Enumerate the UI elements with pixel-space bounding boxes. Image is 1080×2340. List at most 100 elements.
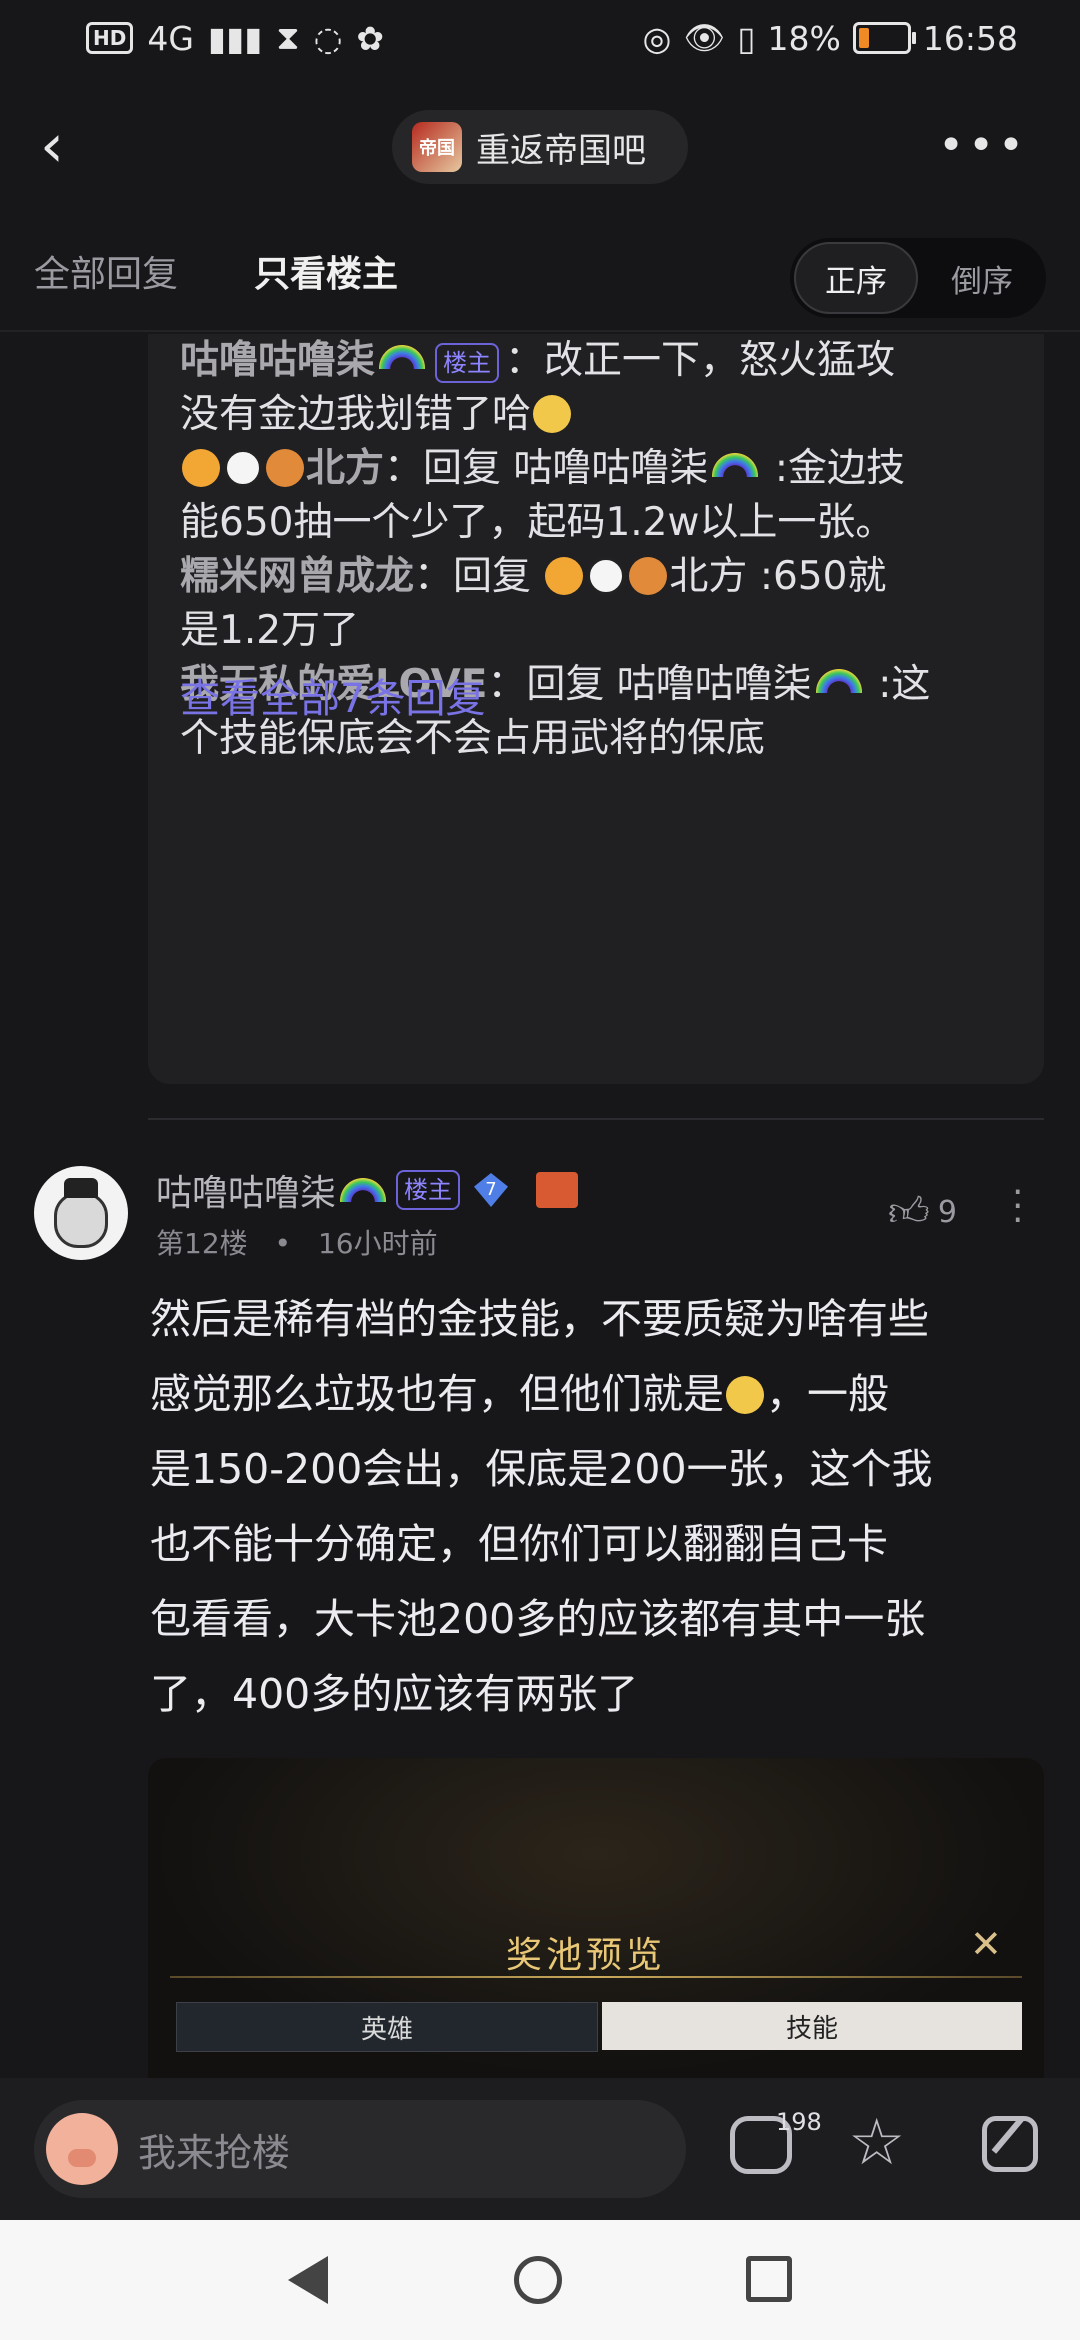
hourglass-icon: ⧗ — [276, 18, 300, 57]
post-author-row: 咕噜咕噜柒 楼主 7 — [156, 1164, 579, 1216]
sick-emoji-icon — [726, 1376, 764, 1414]
rainbow-icon — [340, 1178, 387, 1202]
sort-desc-button[interactable]: 倒序 — [926, 242, 1038, 314]
post-line: 感觉那么垃圾也有，但他们就是 ，一般 — [150, 1357, 1050, 1432]
share-icon[interactable] — [982, 2116, 1038, 2172]
post-line: 也不能十分确定，但你们可以翻翻自己卡 — [150, 1520, 888, 1568]
reply-text: ：回复 咕噜咕噜柒 — [487, 662, 812, 707]
forum-name: 重返帝国吧 — [476, 130, 646, 171]
post-line: 包看看，大卡池200多的应该都有其中一张 — [150, 1595, 926, 1643]
image-divider — [170, 1976, 1022, 1978]
hd-icon: HD — [86, 22, 134, 54]
sub-reply-cont: 没有金边我划错了哈 — [180, 386, 573, 444]
reply-author[interactable]: 北方 — [306, 446, 384, 491]
reply-placeholder: 我来抢楼 — [138, 2130, 291, 2175]
sub-reply-cont: 是1.2万了 — [180, 602, 359, 660]
op-tag: 楼主 — [396, 1170, 461, 1210]
sort-toggle: 正序 倒序 — [790, 238, 1046, 318]
post-time: 16小时前 — [317, 1227, 438, 1260]
image-tab-hero: 英雄 — [176, 2002, 598, 2052]
clock: 16:58 — [922, 18, 1018, 58]
nfc-icon: ◎ — [642, 18, 672, 58]
like-count: 9 — [937, 1194, 957, 1230]
status-left: HD 4G ▮▮▮ ⧗ ◌ ✿ — [86, 18, 384, 58]
network-icon: 4G — [147, 18, 194, 58]
reply-text: :金边技 — [762, 446, 905, 491]
post-more-icon[interactable]: · · · — [1012, 1175, 1023, 1239]
floor-number: 第12楼 — [156, 1227, 248, 1260]
vibrate-icon: ▯ — [737, 18, 756, 58]
panda-emoji-icon — [224, 449, 262, 487]
reply-input[interactable]: 我来抢楼 — [34, 2100, 686, 2198]
sub-reply[interactable]: 糯米网曾成龙：回复 北方 :650就 — [180, 548, 886, 606]
sub-reply-cont: 能650抽一个少了，起码1.2w以上一张。 — [180, 494, 894, 552]
avatar[interactable] — [34, 1166, 128, 1260]
system-nav-bar — [0, 2220, 1080, 2340]
post-text: ，一般 — [766, 1370, 889, 1418]
level-gem-icon: 7 — [474, 1173, 509, 1207]
forum-title-button[interactable]: 帝国 重返帝国吧 — [392, 110, 688, 184]
image-close-icon: ✕ — [970, 1922, 1002, 1966]
tiger-emoji-icon — [545, 557, 584, 595]
badge-icon — [536, 1172, 579, 1208]
signal-icon: ▮▮▮ — [207, 18, 263, 58]
nav-back-icon[interactable] — [288, 2256, 328, 2304]
reply-text: ：改正一下，怒火猛攻 — [505, 338, 896, 383]
user-avatar — [46, 2113, 118, 2185]
post-text: 感觉那么垃圾也有，但他们就是 — [150, 1370, 724, 1418]
back-icon[interactable]: ‹ — [40, 116, 90, 178]
reply-author[interactable]: 糯米网曾成龙 — [180, 554, 414, 599]
divider — [148, 1118, 1044, 1120]
nav-home-icon[interactable] — [514, 2256, 562, 2304]
star-icon[interactable]: ☆ — [848, 2106, 905, 2180]
reply-text: 是1.2万了 — [180, 608, 360, 653]
tiger-emoji-icon — [182, 449, 220, 487]
sick-emoji-icon — [533, 395, 572, 433]
post-line: 然后是稀有档的金技能，不要质疑为啥有些 — [150, 1295, 929, 1343]
rainbow-icon — [712, 453, 759, 477]
reply-text: ：回复 咕噜咕噜柒 — [384, 446, 709, 491]
dog-emoji-icon — [629, 557, 668, 595]
eye-icon: 👁 — [683, 18, 726, 57]
sub-reply[interactable]: 北方：回复 咕噜咕噜柒 :金边技 — [180, 440, 905, 498]
status-bar: HD 4G ▮▮▮ ⧗ ◌ ✿ ◎ 👁 ▯ 18% 16:58 — [0, 0, 1080, 84]
op-tag: 楼主 — [435, 342, 500, 383]
rainbow-icon — [815, 669, 862, 693]
image-pool-title: 奖池预览 — [506, 1935, 667, 1976]
reply-text: ：回复 — [414, 554, 544, 599]
comment-count: 198 — [776, 2108, 822, 2136]
like-button[interactable]: 👍︎ 9 — [888, 1188, 957, 1236]
post-line: 了，400多的应该有两张了 — [150, 1670, 639, 1718]
post-meta: 第12楼 • 16小时前 — [156, 1222, 438, 1262]
post-image[interactable]: 奖池预览 ✕ 英雄 技能 — [148, 1758, 1044, 2078]
reply-text: :这 — [865, 662, 931, 707]
panda-emoji-icon — [587, 557, 626, 595]
sync-icon: ◌ — [313, 18, 343, 58]
post-body: 然后是稀有档的金技能，不要质疑为啥有些 感觉那么垃圾也有，但他们就是 ，一般 是1… — [150, 1282, 1050, 1732]
tab-all-replies[interactable]: 全部回复 — [34, 245, 178, 297]
battery-percent: 18% — [767, 18, 841, 58]
bottom-bar: 我来抢楼 198 ☆ — [0, 2078, 1080, 2220]
thumbs-up-icon: 👍︎ — [888, 1189, 930, 1235]
status-right: ◎ 👁 ▯ 18% 16:58 — [643, 18, 1018, 58]
forum-logo: 帝国 — [412, 122, 462, 172]
more-icon[interactable]: ••• — [938, 120, 1028, 171]
wechat-icon: ✿ — [356, 18, 385, 58]
rainbow-icon — [379, 345, 426, 369]
meta-dot: • — [274, 1227, 292, 1260]
image-tab-skill: 技能 — [602, 2002, 1022, 2050]
battery-icon — [852, 22, 916, 54]
dog-emoji-icon — [266, 449, 304, 487]
reply-author[interactable]: 咕噜咕噜柒 — [180, 338, 375, 383]
tab-op-only[interactable]: 只看楼主 — [254, 245, 398, 297]
sub-replies-box: 咕噜咕噜柒 楼主 ：改正一下，怒火猛攻 没有金边我划错了哈 北方：回复 咕噜咕噜柒 … — [148, 334, 1044, 1084]
sub-reply[interactable]: 咕噜咕噜柒 楼主 ：改正一下，怒火猛攻 — [180, 332, 895, 390]
reply-text: 北方 :650就 — [669, 554, 887, 599]
post-author-name[interactable]: 咕噜咕噜柒 — [156, 1164, 336, 1216]
reply-text: 能650抽一个少了，起码1.2w以上一张。 — [180, 500, 895, 545]
nav-recents-icon[interactable] — [746, 2256, 792, 2302]
view-all-replies-link[interactable]: 查看全部7条回复 — [180, 666, 485, 724]
sort-asc-button[interactable]: 正序 — [794, 242, 918, 314]
post-line: 是150-200会出，保底是200一张，这个我 — [150, 1445, 933, 1493]
reply-text: 没有金边我划错了哈 — [180, 392, 532, 437]
